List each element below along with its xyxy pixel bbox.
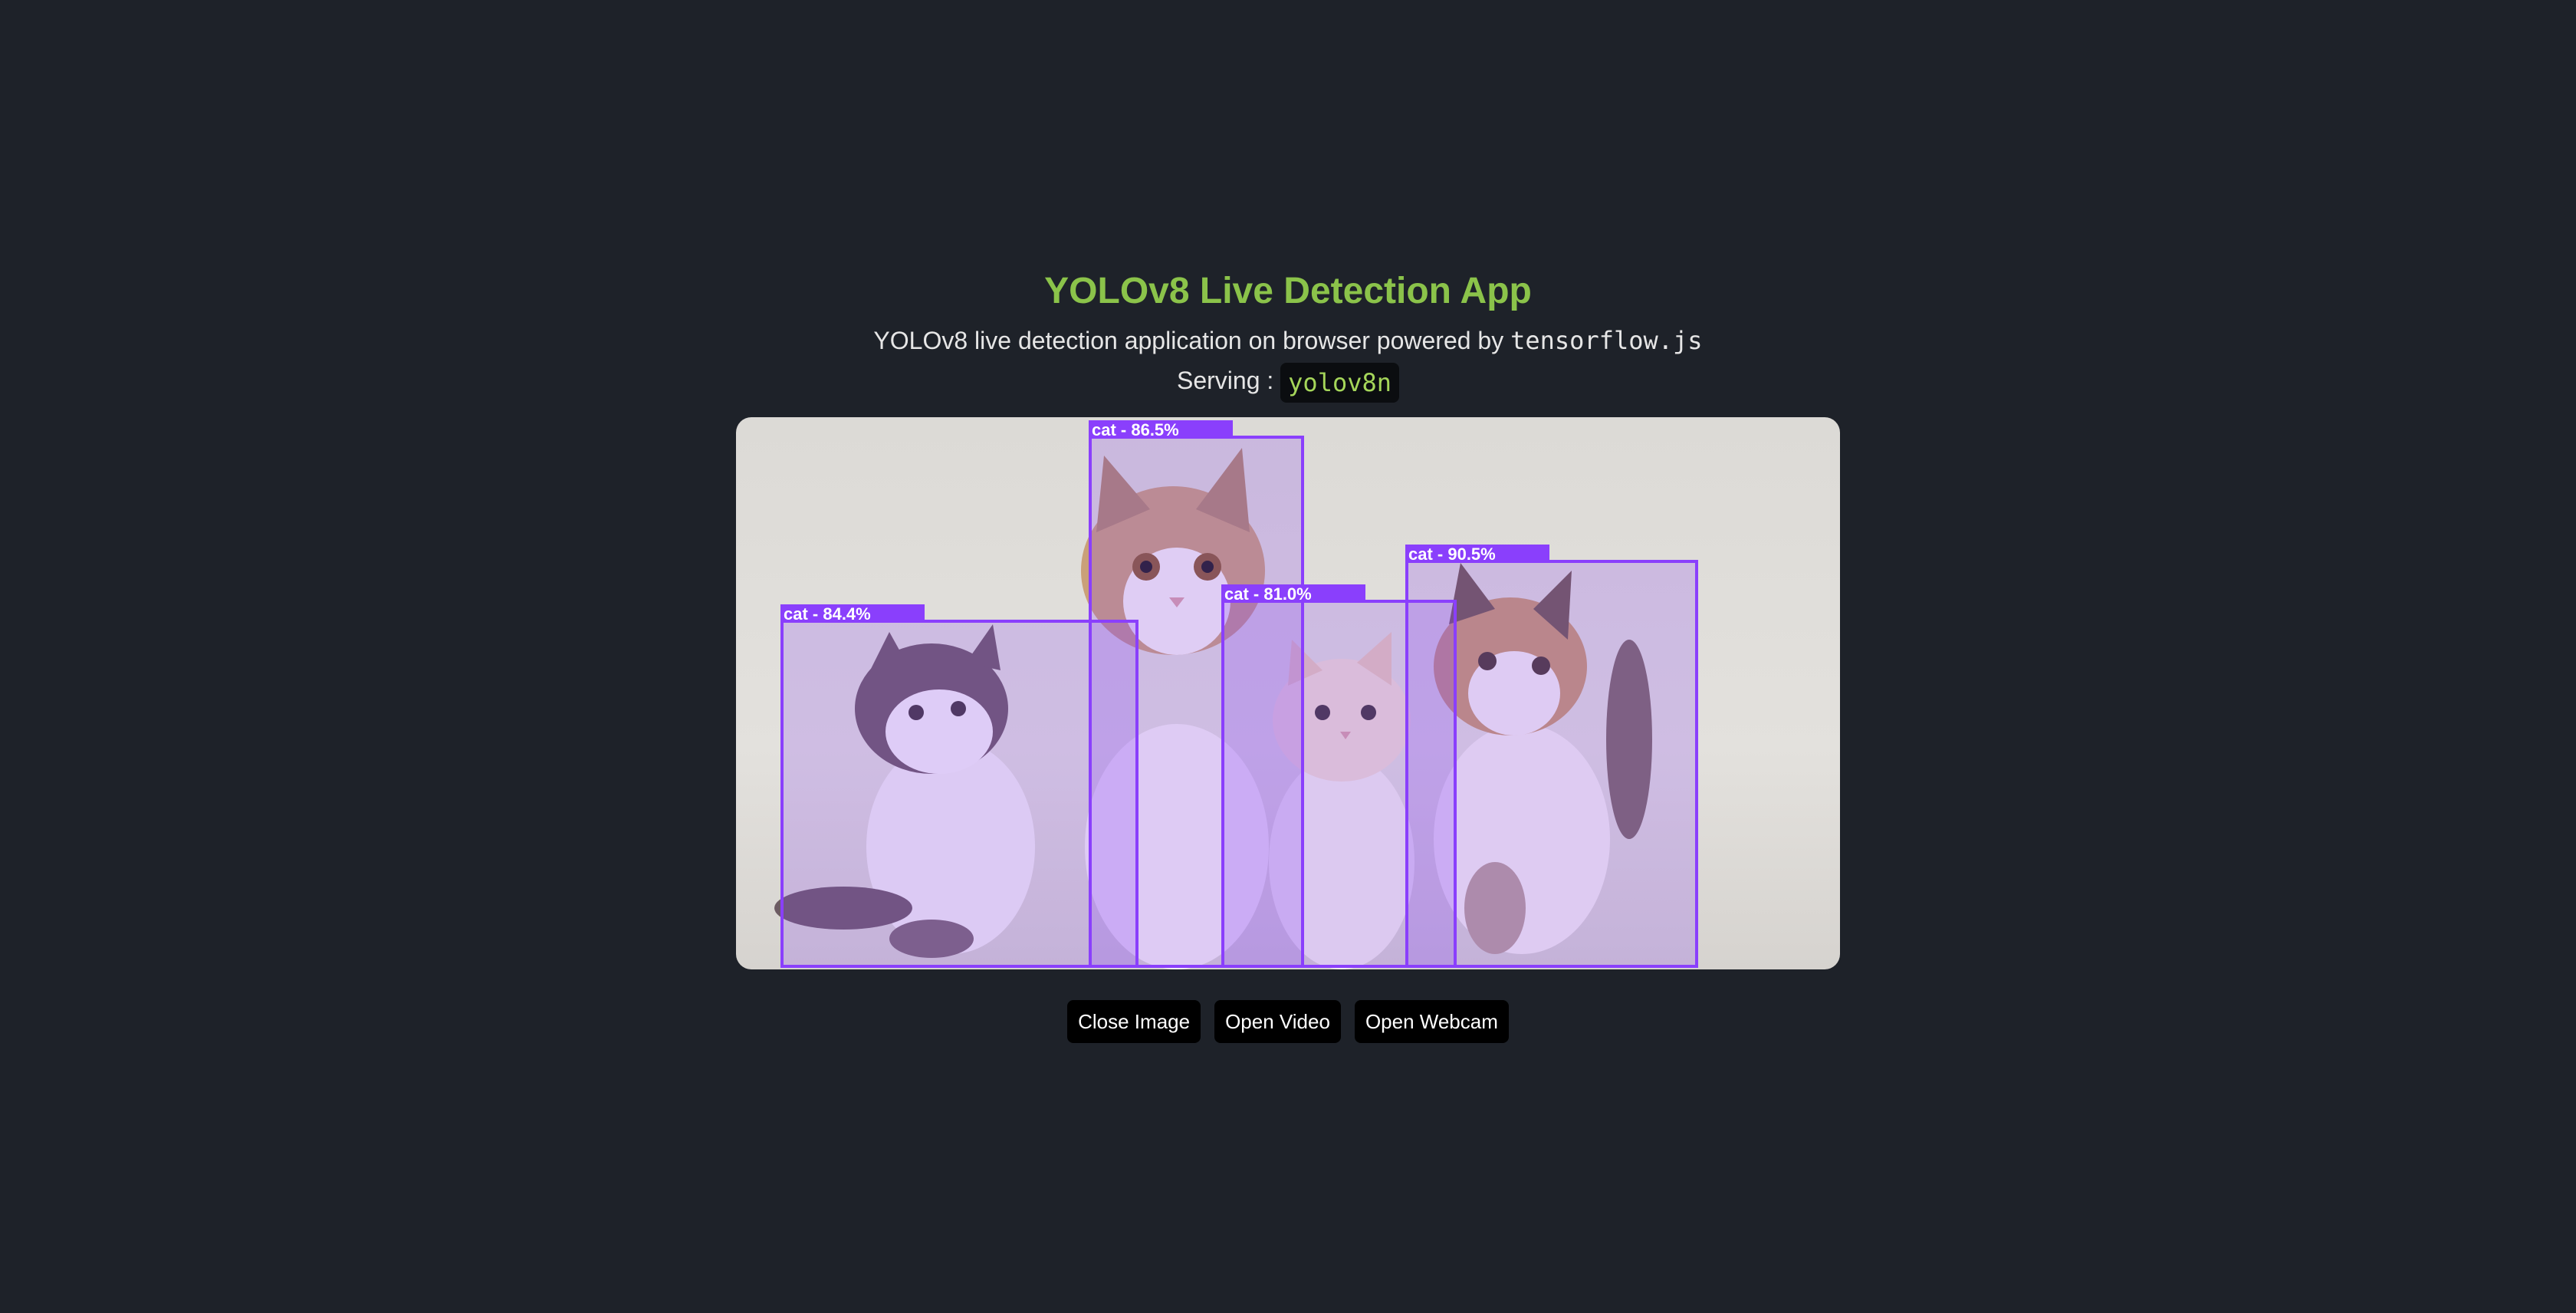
- detection-image: cat - 84.4% cat - 86.5% cat - 81.0% cat …: [736, 417, 1840, 969]
- detection-label: cat - 81.0%: [1224, 584, 1312, 604]
- detection-label: cat - 86.5%: [1092, 420, 1179, 439]
- detection-label: cat - 90.5%: [1408, 545, 1496, 564]
- subtitle-text: YOLOv8 live detection application on bro…: [873, 327, 1511, 354]
- detection-masks: [782, 437, 1697, 966]
- serving-line: Serving : yolov8n: [0, 359, 2576, 403]
- subtitle: YOLOv8 live detection application on bro…: [0, 322, 2576, 359]
- detection-canvas: cat - 84.4% cat - 86.5% cat - 81.0% cat …: [774, 420, 1698, 969]
- header: YOLOv8 Live Detection App YOLOv8 live de…: [0, 261, 2576, 427]
- open-video-button[interactable]: Open Video: [1214, 1000, 1341, 1043]
- serving-label: Serving :: [1176, 367, 1281, 394]
- app-page: YOLOv8 Live Detection App YOLOv8 live de…: [0, 0, 2576, 1313]
- subtitle-code: tensorflow.js: [1510, 326, 1703, 355]
- button-bar: Close Image Open Video Open Webcam: [0, 1000, 2576, 1043]
- detection-label: cat - 84.4%: [784, 604, 871, 624]
- close-image-button[interactable]: Close Image: [1067, 1000, 1201, 1043]
- open-webcam-button[interactable]: Open Webcam: [1354, 1000, 1509, 1043]
- model-badge: yolov8n: [1280, 362, 1400, 403]
- page-title: YOLOv8 Live Detection App: [1044, 271, 1532, 311]
